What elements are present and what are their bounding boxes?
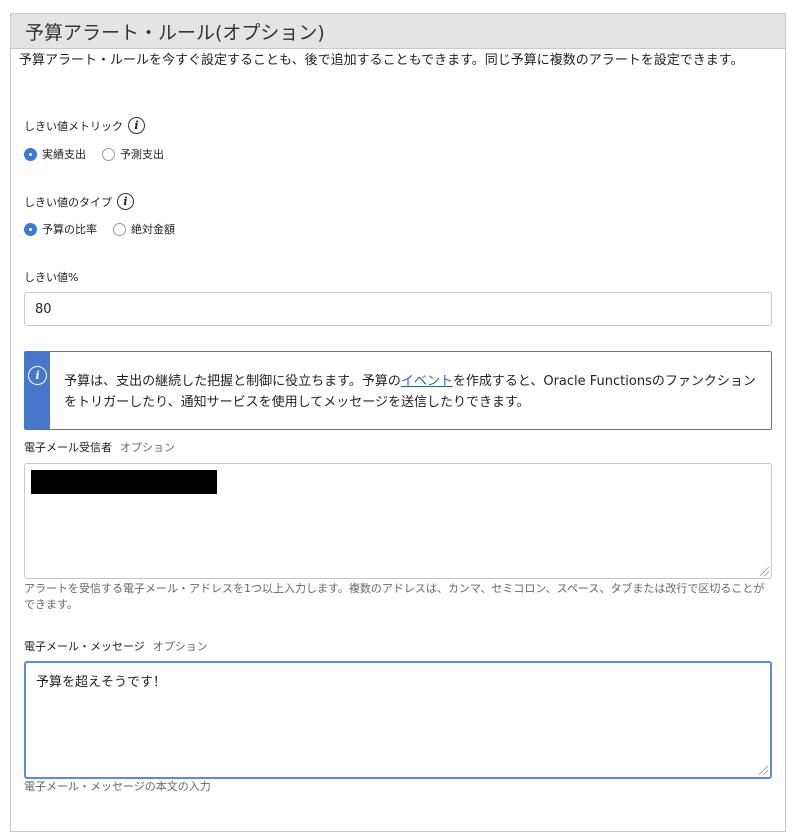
threshold-type-radio-group: 予算の比率 絶対金額 [24, 221, 191, 237]
radio-button-checked[interactable] [24, 147, 37, 161]
resize-handle-icon[interactable] [759, 766, 768, 775]
threshold-metric-radio-group: 実績支出 予測支出 [24, 146, 180, 162]
info-icon[interactable]: i [117, 193, 134, 210]
email-recipients-label-text: 電子メール受信者 [24, 441, 112, 454]
radio-label: 絶対金額 [131, 223, 175, 236]
radio-button-checked[interactable] [24, 222, 37, 236]
info-box: i 予算は、支出の継続した把握と制御に役立ちます。予算のイベントを作成すると、O… [24, 351, 772, 430]
email-recipients-help: アラートを受信する電子メール・アドレスを1つ以上入力します。複数のアドレスは、カ… [24, 582, 765, 611]
radio-actual-spend[interactable]: 実績支出 [24, 146, 86, 162]
email-message-help: 電子メール・メッセージの本文の入力 [24, 780, 211, 793]
threshold-percent-input[interactable]: 80 [24, 292, 772, 326]
radio-button[interactable] [102, 147, 115, 161]
panel-title: 予算アラート・ルール(オプション) [25, 21, 325, 44]
email-message-label-text: 電子メール・メッセージ [24, 640, 145, 653]
threshold-type-label: しきい値のタイプ i [24, 193, 134, 210]
redacted-email-block [31, 470, 217, 494]
radio-button[interactable] [113, 222, 126, 236]
threshold-metric-label-text: しきい値メトリック [24, 119, 123, 133]
panel-header: 予算アラート・ルール(オプション) [11, 14, 785, 49]
threshold-type-label-text: しきい値のタイプ [24, 195, 112, 209]
radio-absolute-amount[interactable]: 絶対金額 [113, 221, 175, 237]
events-link[interactable]: イベント [401, 374, 453, 389]
threshold-percent-label: しきい値% [24, 271, 79, 284]
radio-forecast-spend[interactable]: 予測支出 [102, 146, 164, 162]
optional-tag: オプション [152, 640, 208, 653]
intro-text: 予算アラート・ルールを今すぐ設定することも、後で追加することもできます。同じ予算… [19, 53, 744, 68]
email-message-label: 電子メール・メッセージ オプション [24, 638, 208, 654]
email-recipients-label: 電子メール受信者 オプション [24, 439, 175, 455]
radio-label: 実績支出 [42, 148, 86, 161]
resize-handle-icon[interactable] [760, 567, 769, 576]
email-message-textarea[interactable]: 予算を超えそうです！ [24, 661, 772, 779]
radio-label: 予算の比率 [42, 223, 97, 236]
email-recipients-textarea[interactable] [24, 463, 772, 579]
optional-tag: オプション [120, 441, 175, 454]
info-text-before: 予算は、支出の継続した把握と制御に役立ちます。予算の [64, 374, 401, 389]
info-icon[interactable]: i [128, 117, 145, 134]
radio-label: 予測支出 [120, 148, 164, 161]
email-message-value: 予算を超えそうです！ [36, 675, 167, 690]
info-box-sidebar: i [25, 352, 51, 429]
threshold-percent-value: 80 [35, 301, 52, 317]
info-icon: i [28, 366, 48, 385]
radio-percentage-of-budget[interactable]: 予算の比率 [24, 221, 97, 237]
threshold-metric-label: しきい値メトリック i [24, 117, 145, 134]
info-box-text: 予算は、支出の継続した把握と制御に役立ちます。予算のイベントを作成すると、Ora… [50, 352, 771, 429]
